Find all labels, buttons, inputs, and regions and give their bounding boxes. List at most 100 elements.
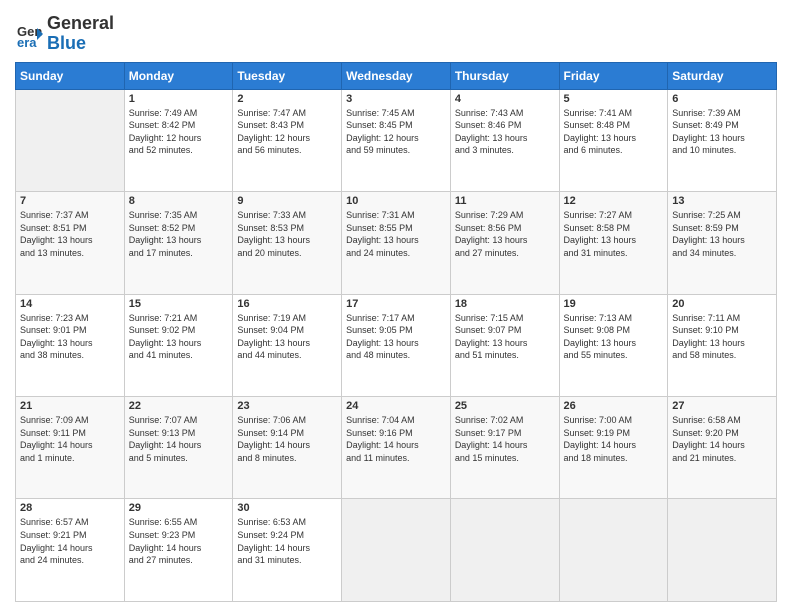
calendar-cell: 1 Sunrise: 7:49 AM Sunset: 8:42 PM Daylig… (124, 89, 233, 191)
day-info: Sunrise: 7:45 AM Sunset: 8:45 PM Dayligh… (346, 107, 446, 157)
day-number: 7 (20, 195, 120, 207)
calendar-cell: 3 Sunrise: 7:45 AM Sunset: 8:45 PM Daylig… (342, 89, 451, 191)
calendar-header-monday: Monday (124, 62, 233, 89)
day-info: Sunrise: 7:27 AM Sunset: 8:58 PM Dayligh… (564, 209, 664, 259)
calendar-cell: 9Sunrise: 7:33 AM Sunset: 8:53 PM Daylig… (233, 192, 342, 294)
day-number: 14 (20, 298, 120, 310)
calendar-cell: 8 Sunrise: 7:35 AM Sunset: 8:52 PM Daylig… (124, 192, 233, 294)
day-number: 27 (672, 400, 772, 412)
day-number: 25 (455, 400, 555, 412)
calendar-week-4: 21 Sunrise: 7:09 AM Sunset: 9:11 PM Dayli… (16, 397, 777, 499)
logo-text: General Blue (47, 14, 114, 54)
day-info: Sunrise: 7:19 AM Sunset: 9:04 PM Dayligh… (237, 312, 337, 362)
calendar-cell: 21 Sunrise: 7:09 AM Sunset: 9:11 PM Dayli… (16, 397, 125, 499)
day-info: Sunrise: 7:25 AM Sunset: 8:59 PM Dayligh… (672, 209, 772, 259)
calendar-header-wednesday: Wednesday (342, 62, 451, 89)
day-number: 5 (564, 93, 664, 105)
calendar-header-thursday: Thursday (450, 62, 559, 89)
day-info: Sunrise: 7:47 AM Sunset: 8:43 PM Dayligh… (237, 107, 337, 157)
day-number: 10 (346, 195, 446, 207)
logo-blue: Blue (47, 33, 86, 53)
page: Gen era General Blue SundayMondayTuesday… (0, 0, 792, 612)
day-info: Sunrise: 7:35 AM Sunset: 8:52 PM Dayligh… (129, 209, 229, 259)
day-number: 19 (564, 298, 664, 310)
day-number: 3 (346, 93, 446, 105)
calendar-cell: 24 Sunrise: 7:04 AM Sunset: 9:16 PM Dayli… (342, 397, 451, 499)
calendar-header-row: SundayMondayTuesdayWednesdayThursdayFrid… (16, 62, 777, 89)
calendar-cell: 25 Sunrise: 7:02 AM Sunset: 9:17 PM Dayli… (450, 397, 559, 499)
header: Gen era General Blue (15, 10, 777, 54)
day-info: Sunrise: 6:53 AM Sunset: 9:24 PM Dayligh… (237, 516, 337, 566)
day-number: 17 (346, 298, 446, 310)
calendar-cell: 7 Sunrise: 7:37 AM Sunset: 8:51 PM Daylig… (16, 192, 125, 294)
calendar-cell: 23Sunrise: 7:06 AM Sunset: 9:14 PM Dayli… (233, 397, 342, 499)
day-info: Sunrise: 7:13 AM Sunset: 9:08 PM Dayligh… (564, 312, 664, 362)
day-info: Sunrise: 7:49 AM Sunset: 8:42 PM Dayligh… (129, 107, 229, 157)
day-info: Sunrise: 6:58 AM Sunset: 9:20 PM Dayligh… (672, 414, 772, 464)
day-info: Sunrise: 7:23 AM Sunset: 9:01 PM Dayligh… (20, 312, 120, 362)
calendar-cell: 12 Sunrise: 7:27 AM Sunset: 8:58 PM Dayli… (559, 192, 668, 294)
day-info: Sunrise: 7:15 AM Sunset: 9:07 PM Dayligh… (455, 312, 555, 362)
day-number: 28 (20, 502, 120, 514)
calendar-cell (668, 499, 777, 602)
day-number: 2 (237, 93, 337, 105)
calendar-cell (342, 499, 451, 602)
calendar-cell: 4Sunrise: 7:43 AM Sunset: 8:46 PM Daylig… (450, 89, 559, 191)
calendar-cell: 16 Sunrise: 7:19 AM Sunset: 9:04 PM Dayli… (233, 294, 342, 396)
day-number: 18 (455, 298, 555, 310)
calendar-cell: 14 Sunrise: 7:23 AM Sunset: 9:01 PM Dayli… (16, 294, 125, 396)
day-info: Sunrise: 7:29 AM Sunset: 8:56 PM Dayligh… (455, 209, 555, 259)
day-number: 8 (129, 195, 229, 207)
day-number: 11 (455, 195, 555, 207)
calendar-cell: 6 Sunrise: 7:39 AM Sunset: 8:49 PM Daylig… (668, 89, 777, 191)
calendar-cell (450, 499, 559, 602)
calendar-cell: 15 Sunrise: 7:21 AM Sunset: 9:02 PM Dayli… (124, 294, 233, 396)
calendar-cell: 22Sunrise: 7:07 AM Sunset: 9:13 PM Dayli… (124, 397, 233, 499)
day-info: Sunrise: 7:04 AM Sunset: 9:16 PM Dayligh… (346, 414, 446, 464)
day-info: Sunrise: 7:11 AM Sunset: 9:10 PM Dayligh… (672, 312, 772, 362)
calendar-header-sunday: Sunday (16, 62, 125, 89)
day-info: Sunrise: 7:00 AM Sunset: 9:19 PM Dayligh… (564, 414, 664, 464)
logo-icon: Gen era (15, 20, 43, 48)
day-number: 15 (129, 298, 229, 310)
logo-general: General (47, 13, 114, 33)
day-info: Sunrise: 7:39 AM Sunset: 8:49 PM Dayligh… (672, 107, 772, 157)
calendar-cell: 26Sunrise: 7:00 AM Sunset: 9:19 PM Dayli… (559, 397, 668, 499)
day-number: 29 (129, 502, 229, 514)
day-info: Sunrise: 7:33 AM Sunset: 8:53 PM Dayligh… (237, 209, 337, 259)
day-number: 21 (20, 400, 120, 412)
day-number: 13 (672, 195, 772, 207)
day-info: Sunrise: 7:31 AM Sunset: 8:55 PM Dayligh… (346, 209, 446, 259)
calendar-table: SundayMondayTuesdayWednesdayThursdayFrid… (15, 62, 777, 602)
day-number: 1 (129, 93, 229, 105)
day-info: Sunrise: 7:43 AM Sunset: 8:46 PM Dayligh… (455, 107, 555, 157)
day-info: Sunrise: 7:06 AM Sunset: 9:14 PM Dayligh… (237, 414, 337, 464)
day-number: 24 (346, 400, 446, 412)
day-number: 20 (672, 298, 772, 310)
calendar-cell: 27 Sunrise: 6:58 AM Sunset: 9:20 PM Dayli… (668, 397, 777, 499)
calendar-cell: 5Sunrise: 7:41 AM Sunset: 8:48 PM Daylig… (559, 89, 668, 191)
logo: Gen era General Blue (15, 14, 114, 54)
calendar-cell: 11 Sunrise: 7:29 AM Sunset: 8:56 PM Dayli… (450, 192, 559, 294)
calendar-week-2: 7 Sunrise: 7:37 AM Sunset: 8:51 PM Daylig… (16, 192, 777, 294)
day-number: 16 (237, 298, 337, 310)
calendar-cell: 18 Sunrise: 7:15 AM Sunset: 9:07 PM Dayli… (450, 294, 559, 396)
calendar-week-1: 1 Sunrise: 7:49 AM Sunset: 8:42 PM Daylig… (16, 89, 777, 191)
day-info: Sunrise: 7:17 AM Sunset: 9:05 PM Dayligh… (346, 312, 446, 362)
day-info: Sunrise: 7:07 AM Sunset: 9:13 PM Dayligh… (129, 414, 229, 464)
calendar-cell: 17 Sunrise: 7:17 AM Sunset: 9:05 PM Dayli… (342, 294, 451, 396)
calendar-cell: 13 Sunrise: 7:25 AM Sunset: 8:59 PM Dayli… (668, 192, 777, 294)
day-number: 6 (672, 93, 772, 105)
day-info: Sunrise: 7:37 AM Sunset: 8:51 PM Dayligh… (20, 209, 120, 259)
day-number: 30 (237, 502, 337, 514)
day-number: 12 (564, 195, 664, 207)
calendar-cell: 19 Sunrise: 7:13 AM Sunset: 9:08 PM Dayli… (559, 294, 668, 396)
calendar-cell: 29 Sunrise: 6:55 AM Sunset: 9:23 PM Dayli… (124, 499, 233, 602)
day-info: Sunrise: 7:02 AM Sunset: 9:17 PM Dayligh… (455, 414, 555, 464)
day-info: Sunrise: 7:21 AM Sunset: 9:02 PM Dayligh… (129, 312, 229, 362)
calendar-cell: 30 Sunrise: 6:53 AM Sunset: 9:24 PM Dayli… (233, 499, 342, 602)
day-info: Sunrise: 6:55 AM Sunset: 9:23 PM Dayligh… (129, 516, 229, 566)
svg-text:era: era (17, 35, 37, 48)
day-info: Sunrise: 7:09 AM Sunset: 9:11 PM Dayligh… (20, 414, 120, 464)
calendar-cell: 20 Sunrise: 7:11 AM Sunset: 9:10 PM Dayli… (668, 294, 777, 396)
